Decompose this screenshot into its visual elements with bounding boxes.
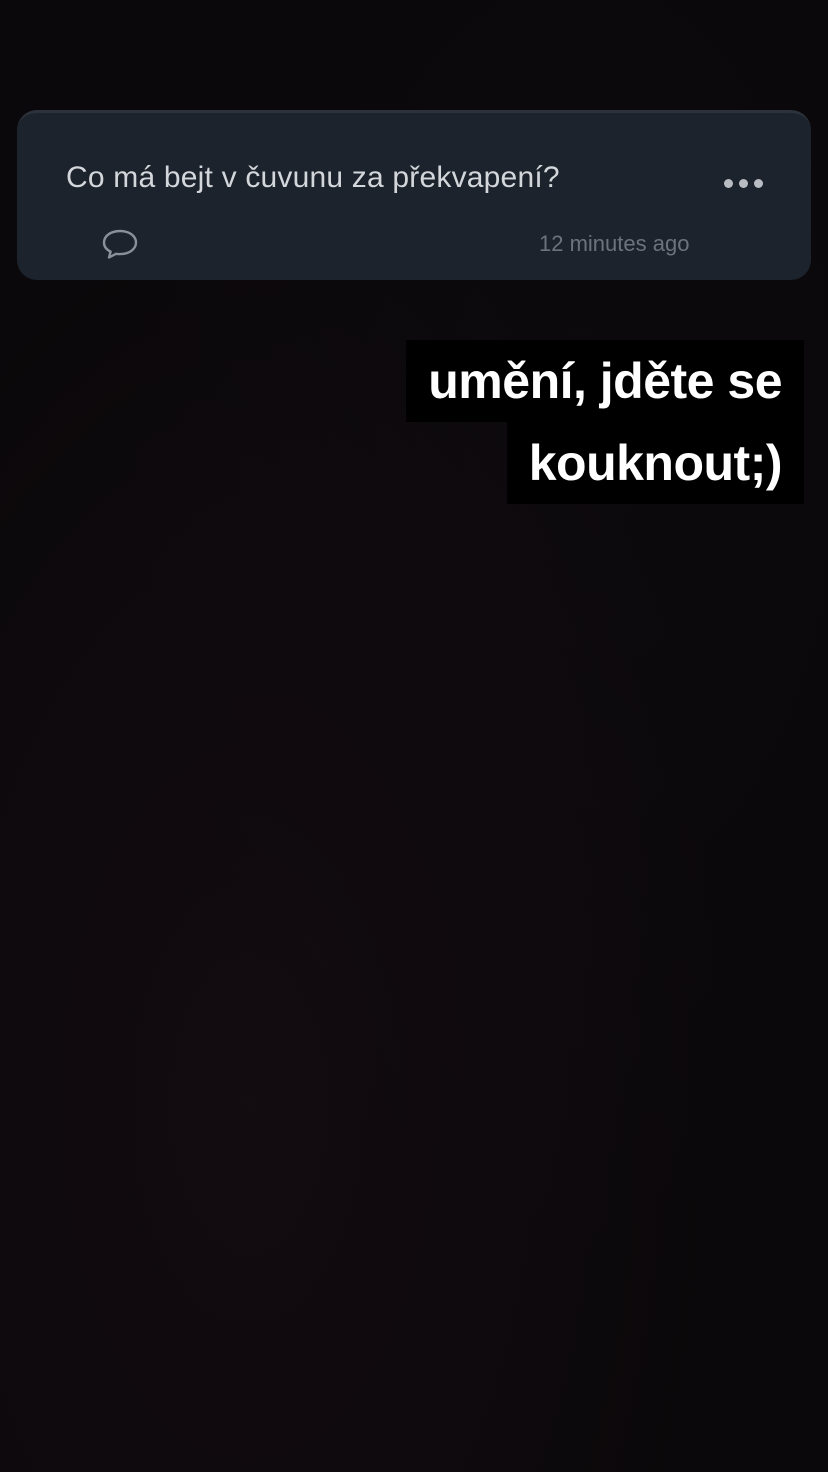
question-card[interactable]: Co má bejt v čuvunu za překvapení? 12 mi… bbox=[17, 110, 811, 280]
caption-line: kouknout;) bbox=[506, 422, 804, 504]
question-text: Co má bejt v čuvunu za překvapení? bbox=[66, 161, 560, 194]
caption-line: umění, jděte se bbox=[406, 340, 804, 422]
more-dot bbox=[724, 179, 733, 188]
comment-icon[interactable] bbox=[101, 227, 139, 261]
timestamp: 12 minutes ago bbox=[539, 231, 690, 256]
caption: umění, jděte se kouknout;) bbox=[406, 340, 804, 504]
more-options-icon[interactable] bbox=[724, 179, 763, 188]
more-dot bbox=[754, 179, 763, 188]
more-dot bbox=[739, 179, 748, 188]
